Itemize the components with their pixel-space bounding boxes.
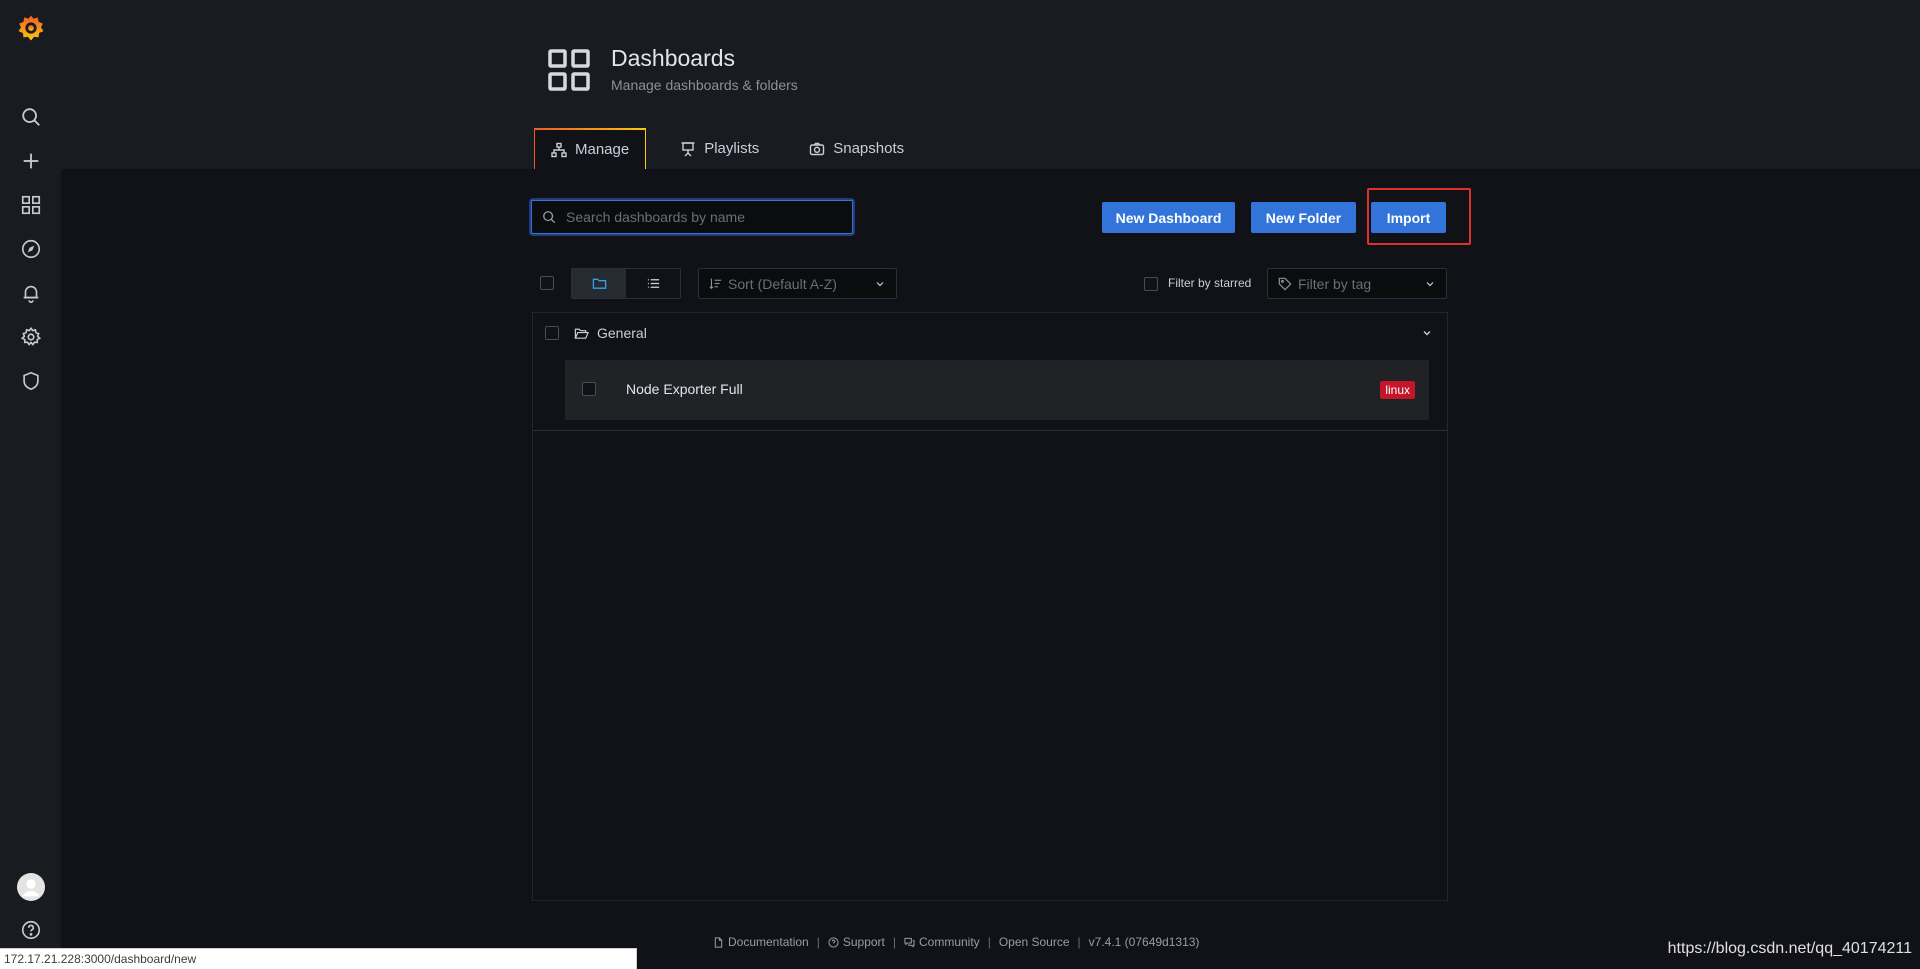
folder-view-button[interactable]	[572, 269, 626, 298]
tab-snapshots-label: Snapshots	[833, 140, 905, 157]
footer-open-source-label: Open Source	[998, 935, 1070, 949]
tab-playlists-label: Playlists	[704, 140, 760, 157]
footer-separator: |	[892, 935, 896, 949]
sitemap-icon	[551, 142, 567, 157]
camera-icon	[810, 142, 825, 155]
list-view-button[interactable]	[626, 269, 680, 298]
folder-checkbox[interactable]	[545, 326, 559, 340]
dashboard-tag[interactable]: linux	[1380, 381, 1415, 399]
tab-manage[interactable]: Manage	[534, 128, 647, 169]
server-admin-shield-icon[interactable]	[0, 361, 61, 401]
search-results: General Node Exporter Full linux	[532, 312, 1448, 901]
footer-separator: |	[987, 935, 991, 949]
search-input[interactable]	[564, 208, 852, 226]
footer-community-link[interactable]: Community	[904, 935, 980, 949]
list-icon	[647, 279, 659, 288]
page-header: Dashboards Manage dashboards & folders M…	[61, 0, 1920, 169]
footer-support-link[interactable]: Support	[828, 935, 885, 949]
folder-row-general[interactable]: General	[533, 313, 1447, 353]
dashboard-row[interactable]: Node Exporter Full linux	[565, 360, 1429, 420]
footer: Documentation | Support | Community | Op…	[713, 933, 1199, 951]
tab-snapshots[interactable]: Snapshots	[793, 128, 920, 169]
tag-filter-select[interactable]: Filter by tag	[1267, 268, 1447, 299]
tab-playlists[interactable]: Playlists	[664, 128, 775, 169]
configuration-gear-icon[interactable]	[0, 317, 61, 357]
browser-status-url: 172.17.21.228:3000/dashboard/new	[0, 948, 637, 969]
sort-select[interactable]: Sort (Default A-Z)	[698, 268, 897, 299]
dashboard-checkbox[interactable]	[582, 382, 596, 396]
folder-open-icon	[574, 328, 589, 339]
presentation-icon	[681, 141, 695, 156]
grafana-logo-icon[interactable]	[0, 6, 61, 50]
dashboards-icon[interactable]	[0, 185, 61, 225]
import-button[interactable]: Import	[1371, 202, 1446, 233]
footer-documentation-link[interactable]: Documentation	[713, 935, 809, 949]
alerting-bell-icon[interactable]	[0, 273, 61, 313]
profile-avatar[interactable]	[0, 867, 61, 907]
footer-support-label: Support	[842, 935, 885, 949]
tab-bar: Manage Playlists Snapshots	[534, 128, 920, 169]
plus-icon[interactable]	[0, 141, 61, 181]
view-mode-toggle	[571, 268, 681, 299]
select-all-checkbox[interactable]	[540, 276, 554, 290]
search-icon[interactable]	[0, 97, 61, 137]
search-icon	[543, 211, 556, 224]
comments-icon	[904, 937, 915, 948]
footer-documentation-label: Documentation	[728, 935, 809, 949]
new-dashboard-button[interactable]: New Dashboard	[1102, 202, 1235, 233]
chevron-down-icon	[1426, 281, 1434, 286]
footer-community-label: Community	[919, 935, 980, 949]
footer-version: v7.4.1 (07649d1313)	[1088, 935, 1200, 949]
chevron-down-icon[interactable]	[1421, 327, 1433, 339]
document-icon	[714, 936, 723, 948]
page-title: Dashboards	[611, 45, 736, 71]
dashboards-title-icon	[547, 48, 591, 92]
folder-name: General	[597, 325, 647, 341]
chevron-down-icon	[876, 281, 884, 286]
new-folder-button[interactable]: New Folder	[1251, 202, 1356, 233]
sort-icon	[709, 278, 722, 290]
watermark-text: https://blog.csdn.net/qq_40174211	[1667, 940, 1912, 957]
dashboard-title[interactable]: Node Exporter Full	[626, 381, 743, 397]
page-subtitle: Manage dashboards & folders	[611, 77, 798, 93]
filter-starred-checkbox[interactable]	[1144, 277, 1158, 291]
sort-select-value: Sort (Default A-Z)	[728, 275, 837, 292]
tab-manage-label: Manage	[575, 141, 630, 158]
filter-starred-label: Filter by starred	[1168, 276, 1252, 290]
help-icon[interactable]	[0, 910, 61, 950]
results-divider	[533, 430, 1447, 431]
tag-icon	[1278, 277, 1292, 291]
footer-separator: |	[1077, 935, 1081, 949]
search-field[interactable]	[531, 200, 853, 234]
footer-open-source-link[interactable]: Open Source	[999, 935, 1070, 949]
folder-icon	[592, 278, 606, 289]
explore-icon[interactable]	[0, 229, 61, 269]
question-circle-icon	[828, 936, 839, 948]
footer-separator: |	[816, 935, 820, 949]
sidebar	[0, 0, 61, 969]
tag-filter-placeholder: Filter by tag	[1298, 275, 1372, 292]
